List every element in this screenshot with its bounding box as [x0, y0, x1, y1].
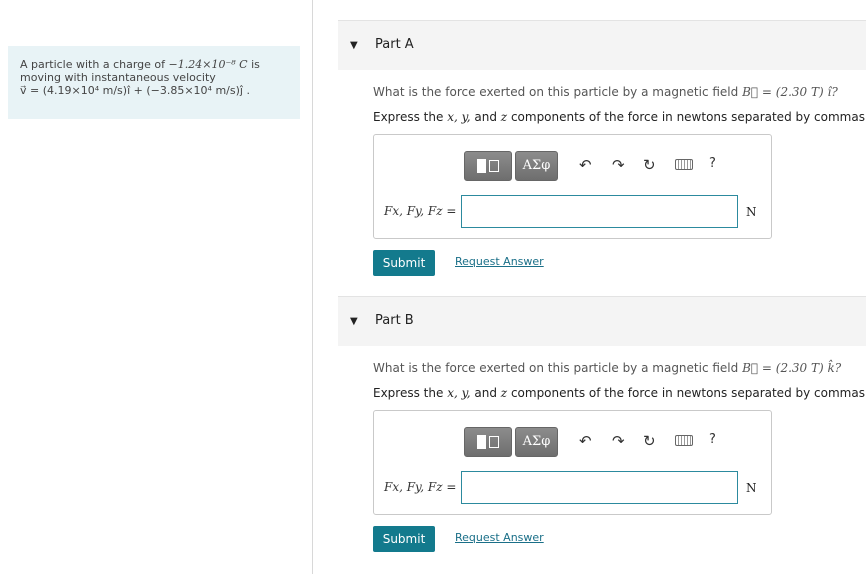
part-b-title: Part B [375, 313, 414, 328]
part-a: ▼ Part A What is the force exerted on th… [338, 20, 866, 280]
help-icon[interactable]: ? [709, 432, 716, 447]
template-icon[interactable] [464, 427, 512, 457]
keyboard-icon[interactable] [675, 159, 693, 170]
collapse-caret-icon[interactable]: ▼ [350, 316, 358, 327]
part-a-question: What is the force exerted on this partic… [373, 85, 838, 99]
part-b-answer-box: ΑΣφ ↶ ↷ ↻ ? Fx, Fy, Fz = N [373, 410, 772, 515]
part-a-variable-label: Fx, Fy, Fz = [384, 204, 457, 218]
greek-symbols-button[interactable]: ΑΣφ [515, 427, 558, 457]
part-b: ▼ Part B What is the force exerted on th… [338, 296, 866, 566]
problem-line-1: A particle with a charge of −1.24×10⁻⁸ C… [20, 58, 260, 71]
part-b-unit: N [746, 481, 757, 495]
help-icon[interactable]: ? [709, 156, 716, 171]
part-a-answer-input[interactable] [461, 195, 738, 228]
reset-icon[interactable]: ↻ [643, 431, 656, 451]
reset-icon[interactable]: ↻ [643, 155, 656, 175]
keyboard-icon[interactable] [675, 435, 693, 446]
redo-icon[interactable]: ↷ [612, 431, 625, 451]
part-a-request-answer-link[interactable]: Request Answer [455, 255, 544, 268]
template-icon[interactable] [464, 151, 512, 181]
part-b-question: What is the force exerted on this partic… [373, 361, 842, 375]
problem-statement: A particle with a charge of −1.24×10⁻⁸ C… [8, 46, 300, 119]
redo-icon[interactable]: ↷ [612, 155, 625, 175]
problem-panel: A particle with a charge of −1.24×10⁻⁸ C… [0, 0, 313, 574]
part-a-unit: N [746, 205, 757, 219]
part-b-instruction: Express the x, y, and z components of th… [373, 386, 866, 400]
part-b-request-answer-link[interactable]: Request Answer [455, 531, 544, 544]
problem-line-2: moving with instantaneous velocity [20, 71, 216, 84]
part-a-answer-box: ΑΣφ ↶ ↷ ↻ ? Fx, Fy, Fz = N [373, 134, 772, 239]
part-b-header[interactable]: ▼ Part B [338, 296, 866, 346]
greek-symbols-button[interactable]: ΑΣφ [515, 151, 558, 181]
part-a-submit-button[interactable]: Submit [373, 250, 435, 276]
part-b-submit-button[interactable]: Submit [373, 526, 435, 552]
part-b-variable-label: Fx, Fy, Fz = [384, 480, 457, 494]
collapse-caret-icon[interactable]: ▼ [350, 40, 358, 51]
part-a-header[interactable]: ▼ Part A [338, 20, 866, 70]
undo-icon[interactable]: ↶ [579, 431, 592, 451]
part-a-instruction: Express the x, y, and z components of th… [373, 110, 866, 124]
part-a-title: Part A [375, 37, 414, 52]
undo-icon[interactable]: ↶ [579, 155, 592, 175]
problem-line-3: v⃗ = (4.19×10⁴ m/s)î + (−3.85×10⁴ m/s)ĵ … [20, 84, 250, 97]
part-b-answer-input[interactable] [461, 471, 738, 504]
